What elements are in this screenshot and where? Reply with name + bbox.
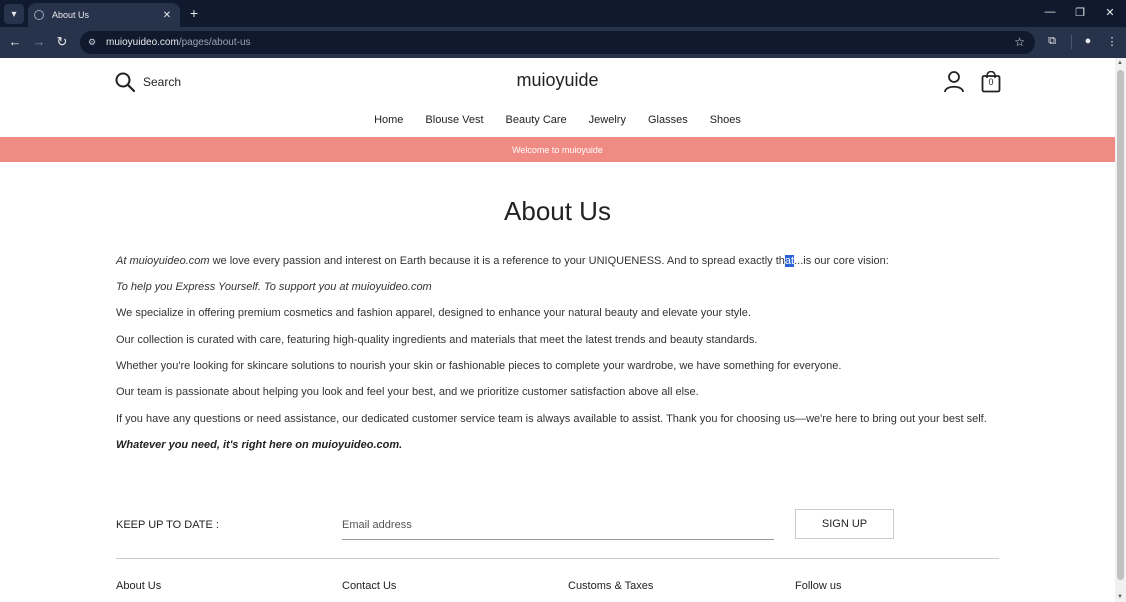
footer-customs-taxes[interactable]: Customs & Taxes: [568, 580, 653, 592]
tagline-text: To help you Express Yourself. To support…: [116, 281, 432, 293]
nav-item-glasses[interactable]: Glasses: [648, 114, 688, 126]
paragraph-tagline: To help you Express Yourself. To support…: [116, 281, 432, 293]
address-bar[interactable]: ⚙ muioyuideo.com/pages/about-us ☆: [80, 31, 1035, 54]
email-placeholder: Email address: [342, 519, 412, 531]
restore-icon[interactable]: ❐: [1073, 6, 1087, 19]
nav-item-blouse-vest[interactable]: Blouse Vest: [425, 114, 483, 126]
newsletter-label: KEEP UP TO DATE :: [116, 519, 219, 531]
browser-toolbar: ← → ↻ ⚙ muioyuideo.com/pages/about-us ☆ …: [0, 27, 1126, 58]
browser-tab-active[interactable]: About Us ✕: [28, 3, 180, 27]
globe-icon: [34, 10, 44, 20]
paragraph-whether: Whether you're looking for skincare solu…: [116, 360, 842, 372]
back-icon[interactable]: ←: [7, 34, 23, 50]
window-close-icon[interactable]: ✕: [1103, 6, 1117, 19]
new-tab-icon[interactable]: +: [186, 5, 202, 21]
account-icon[interactable]: [944, 71, 964, 93]
scroll-down-icon[interactable]: ▼: [1117, 594, 1123, 600]
tab-search-dropdown-icon[interactable]: ▾: [4, 4, 24, 24]
paragraph-closing: Whatever you need, it's right here on mu…: [116, 439, 402, 451]
footer-follow-us[interactable]: Follow us: [795, 580, 841, 592]
paragraph-intro: At muioyuideo.com we love every passion …: [116, 255, 889, 267]
paragraph-assistance: If you have any questions or need assist…: [116, 413, 987, 425]
paragraph-specialize: We specialize in offering premium cosmet…: [116, 307, 751, 319]
cart-button[interactable]: 0: [981, 70, 1001, 93]
signup-button[interactable]: SIGN UP: [795, 509, 894, 539]
profile-icon[interactable]: ●: [1081, 35, 1095, 47]
banner-text: Welcome to muioyuide: [512, 144, 603, 155]
scroll-up-icon[interactable]: ▲: [1117, 60, 1123, 66]
intro-body: we love every passion and interest on Ea…: [209, 255, 785, 267]
intro-lead: At muioyuideo.com: [116, 255, 210, 267]
nav-item-shoes[interactable]: Shoes: [710, 114, 741, 126]
tab-title: About Us: [52, 10, 90, 20]
url-host: muioyuideo.com: [106, 37, 179, 48]
close-tab-icon[interactable]: ✕: [160, 10, 174, 21]
page-viewport: Search muioyuide 0 Home Blouse Vest Beau…: [0, 58, 1115, 602]
browser-tabbar: ▾ About Us ✕ + — ❐ ✕: [0, 0, 1126, 27]
newsletter-email-input[interactable]: Email address: [342, 514, 774, 540]
bookmark-star-icon[interactable]: ☆: [1014, 35, 1025, 49]
footer-contact-us[interactable]: Contact Us: [342, 580, 396, 592]
site-info-icon[interactable]: ⚙: [88, 37, 100, 48]
url-path: /pages/about-us: [178, 37, 251, 48]
nav-item-beauty-care[interactable]: Beauty Care: [506, 114, 567, 126]
minimize-icon[interactable]: —: [1043, 6, 1057, 18]
page-title: About Us: [504, 196, 611, 226]
scrollbar-thumb[interactable]: [1117, 70, 1124, 580]
nav-item-jewelry[interactable]: Jewelry: [589, 114, 626, 126]
cart-count: 0: [988, 77, 994, 87]
intro-tail: ...is our core vision:: [794, 255, 889, 267]
footer-about-us[interactable]: About Us: [116, 580, 161, 592]
footer-divider: [116, 558, 999, 559]
paragraph-team: Our team is passionate about helping you…: [116, 386, 699, 398]
reload-icon[interactable]: ↻: [54, 34, 70, 50]
forward-icon[interactable]: →: [31, 34, 47, 50]
main-nav: Home Blouse Vest Beauty Care Jewelry Gla…: [0, 114, 1115, 126]
closing-text: Whatever you need, it's right here on mu…: [116, 439, 403, 451]
nav-item-home[interactable]: Home: [374, 114, 403, 126]
announcement-banner: Welcome to muioyuide: [0, 137, 1115, 162]
selected-text: at: [784, 255, 795, 267]
page-scrollbar[interactable]: ▲ ▼: [1115, 58, 1126, 602]
paragraph-collection: Our collection is curated with care, fea…: [116, 334, 758, 346]
extensions-icon[interactable]: ⧉: [1045, 35, 1059, 48]
toolbar-separator: [1071, 35, 1072, 49]
browser-menu-icon[interactable]: ⋮: [1105, 35, 1119, 48]
